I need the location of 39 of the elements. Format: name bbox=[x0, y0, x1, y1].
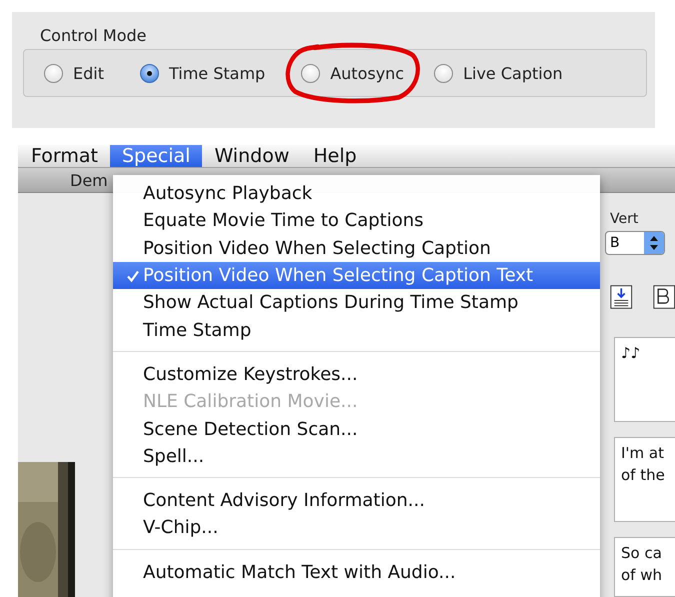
text-format-icon[interactable] bbox=[652, 283, 675, 311]
menu-item[interactable]: Spell... bbox=[113, 442, 600, 470]
caption-text-box[interactable]: ♪♪ bbox=[614, 337, 675, 422]
caption-text-box[interactable]: So ca of wh bbox=[614, 537, 675, 597]
menu-item[interactable]: Automatic Match Text with Audio... bbox=[113, 558, 600, 586]
radio-label[interactable]: Live Caption bbox=[463, 64, 563, 82]
caption-line: I'm at bbox=[621, 443, 666, 464]
menu-item[interactable]: Show Actual Captions During Time Stamp bbox=[113, 289, 600, 316]
radio-button[interactable] bbox=[434, 64, 454, 82]
align-bottom-icon[interactable] bbox=[610, 283, 632, 311]
menu-item[interactable]: Autosync Playback bbox=[113, 180, 600, 208]
menu-item[interactable]: Position Video When Selecting Caption Text bbox=[113, 262, 600, 290]
menu-item[interactable]: Content Advisory Information... bbox=[113, 486, 600, 514]
radio-button[interactable] bbox=[301, 64, 320, 82]
menu-item[interactable]: Time Stamp bbox=[113, 316, 600, 344]
menu-title[interactable]: Help bbox=[301, 145, 369, 168]
menu-item[interactable]: Customize Keystrokes... bbox=[113, 360, 600, 388]
vert-popup[interactable]: B bbox=[605, 231, 665, 255]
window-title: Dem bbox=[70, 170, 108, 190]
caption-line: of wh bbox=[621, 565, 664, 586]
caption-text-box[interactable]: I'm at of the bbox=[614, 437, 675, 522]
stepper-icon bbox=[644, 232, 664, 254]
radio-label[interactable]: Edit bbox=[73, 64, 104, 82]
caption-line: of the bbox=[621, 465, 666, 486]
menu-title[interactable]: Special bbox=[110, 145, 202, 168]
radio-label[interactable]: Time Stamp bbox=[168, 64, 266, 82]
menu-item[interactable]: Scene Detection Scan... bbox=[113, 415, 600, 443]
vert-label: Vert bbox=[610, 211, 640, 227]
radio-label[interactable]: Autosync bbox=[330, 64, 404, 82]
menu-item[interactable]: Equate Movie Time to Captions bbox=[113, 207, 600, 235]
group-title: Control Mode bbox=[40, 26, 147, 45]
menu-title[interactable]: Window bbox=[202, 145, 302, 168]
menu-item[interactable]: V-Chip... bbox=[113, 514, 600, 542]
radio-button[interactable] bbox=[140, 64, 159, 82]
radio-button[interactable] bbox=[44, 64, 63, 82]
caption-line: ♪♪ bbox=[621, 343, 642, 364]
menu-title[interactable]: Format bbox=[19, 145, 110, 168]
menu-item[interactable]: Position Video When Selecting Caption bbox=[113, 234, 600, 262]
caption-line: So ca bbox=[621, 543, 663, 564]
